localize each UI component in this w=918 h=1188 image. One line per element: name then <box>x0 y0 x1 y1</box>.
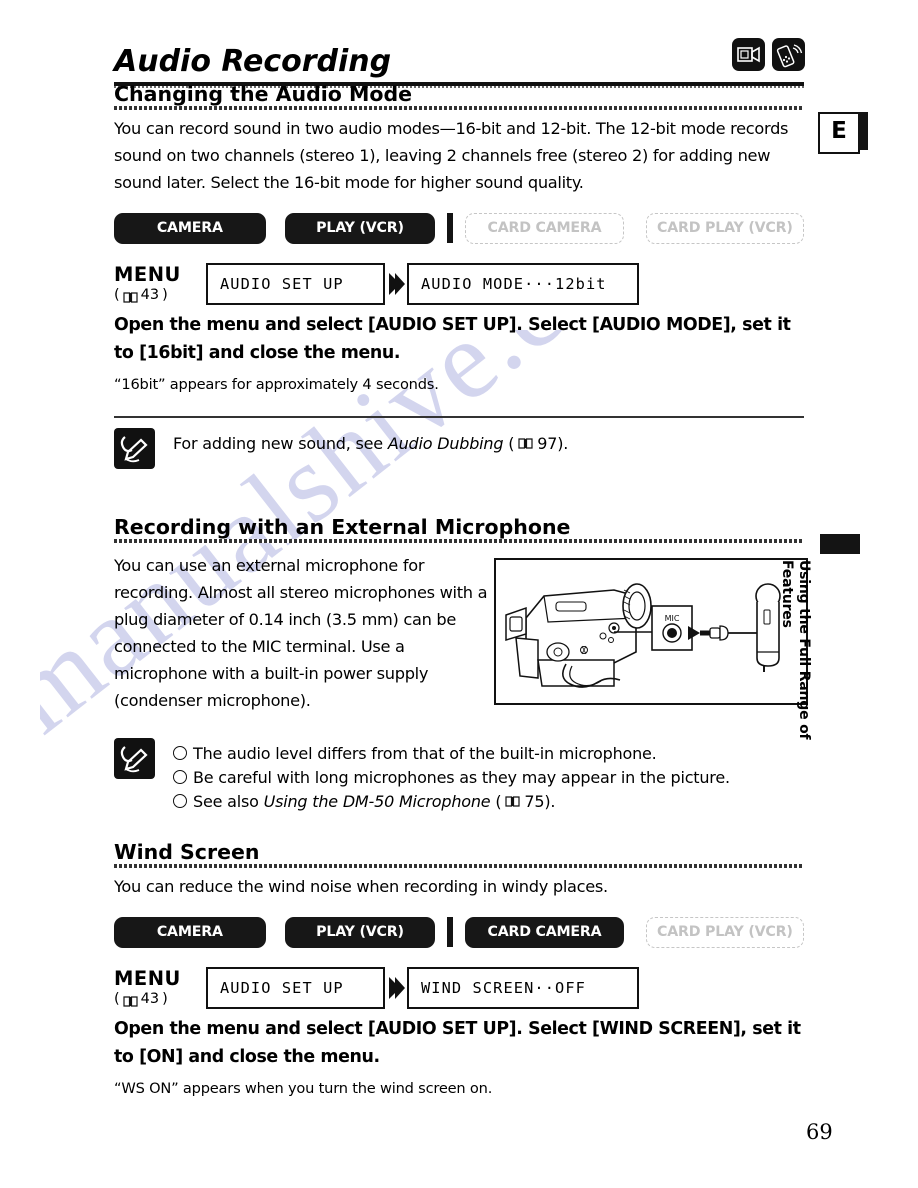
menu-page-number: 43 <box>140 287 160 303</box>
callout-text-after: ( <box>503 434 515 453</box>
camcorder-mic-connection-diagram: MIC <box>494 558 808 705</box>
list-item-label: Be careful with long microphones as they… <box>193 768 730 787</box>
callout-microphone-notes: The audio level differs from that of the… <box>114 738 804 814</box>
section-divider <box>114 106 804 110</box>
page-content: Audio Recording Changing the Audio Mode … <box>114 0 808 1100</box>
page-number: 69 <box>806 1120 833 1144</box>
section-note-text: “WS ON” appears when you turn the wind s… <box>114 1080 493 1097</box>
section-instruction-text: Open the menu and select [AUDIO SET UP].… <box>114 1019 801 1067</box>
mode-button-card-camera[interactable]: CARD CAMERA <box>465 212 624 244</box>
section-heading: Wind Screen <box>114 840 260 864</box>
menu-box-audio-set-up[interactable]: AUDIO SET UP <box>206 966 385 1009</box>
section-divider <box>114 864 804 868</box>
page-title: Audio Recording <box>114 44 392 79</box>
book-icon <box>518 432 533 449</box>
mode-button-play-vcr[interactable]: PLAY (VCR) <box>284 212 436 244</box>
list-item-text-after: ( <box>490 792 502 811</box>
remote-control-icon <box>772 38 805 71</box>
pencil-note-icon <box>114 738 155 779</box>
section-wind-screen-header: Wind Screen <box>114 840 804 868</box>
menu-page-number: 43 <box>140 991 160 1007</box>
side-tab-marker <box>820 534 860 554</box>
section-instruction-text: Open the menu and select [AUDIO SET UP].… <box>114 315 791 363</box>
list-item-text-before: See also <box>193 792 264 811</box>
callout-audio-dubbing: For adding new sound, see Audio Dubbing … <box>114 428 804 469</box>
mode-button-camera[interactable]: CAMERA <box>114 212 266 244</box>
mode-button-card-play-vcr[interactable]: CARD PLAY (VCR) <box>645 212 804 244</box>
callout-page-number: 97 <box>537 434 558 453</box>
section-heading: Recording with an External Microphone <box>114 515 571 539</box>
menu-path-audio-mode: MENU ( 43 ) AUDIO SET UP AUDIO MODE···12… <box>114 262 804 305</box>
pencil-note-icon <box>114 428 155 469</box>
section-heading: Changing the Audio Mode <box>114 82 413 106</box>
menu-arrow-icon <box>385 975 407 1001</box>
callout-bullet-list: The audio level differs from that of the… <box>173 738 730 814</box>
list-item: Be careful with long microphones as they… <box>173 766 730 790</box>
menu-box-wind-screen[interactable]: WIND SCREEN··OFF <box>407 966 639 1009</box>
side-tab-text: Using the Full Range of Features <box>779 560 812 740</box>
list-item: See also Using the DM-50 Microphone (75)… <box>173 790 730 814</box>
list-item-label: The audio level differs from that of the… <box>193 744 657 763</box>
list-item: The audio level differs from that of the… <box>173 742 730 766</box>
section-intro-text: You can use an external microphone for r… <box>114 556 488 710</box>
language-tab: E <box>818 112 868 154</box>
menu-box-audio-mode[interactable]: AUDIO MODE···12bit <box>407 262 639 305</box>
menu-page-reference: ( 43 ) <box>114 287 168 303</box>
camcorder-icon <box>732 38 765 71</box>
section-changing-audio-mode-header: Changing the Audio Mode <box>114 82 804 110</box>
mode-separator <box>447 917 454 947</box>
menu-box-audio-set-up[interactable]: AUDIO SET UP <box>206 262 385 305</box>
mode-button-row-audio-mode: CAMERA PLAY (VCR) CARD CAMERA CARD PLAY … <box>114 212 804 244</box>
section-external-microphone-header: Recording with an External Microphone <box>114 515 804 543</box>
mode-button-card-camera[interactable]: CARD CAMERA <box>465 916 624 948</box>
bullet-circle-icon <box>173 794 187 808</box>
book-icon <box>123 289 138 303</box>
menu-arrow-icon <box>385 271 407 297</box>
list-item-text-end: ). <box>544 792 556 811</box>
external-microphone-text: You can use an external microphone for r… <box>114 548 492 714</box>
svg-text:MIC: MIC <box>665 614 680 623</box>
mode-button-row-wind-screen: CAMERA PLAY (VCR) CARD CAMERA CARD PLAY … <box>114 916 804 948</box>
mode-button-camera[interactable]: CAMERA <box>114 916 266 948</box>
callout-text: For adding new sound, see Audio Dubbing … <box>173 428 568 456</box>
menu-label: MENU <box>114 967 181 990</box>
external-microphone-block: You can use an external microphone for r… <box>114 548 808 714</box>
book-icon <box>505 790 520 807</box>
section-divider <box>114 539 804 543</box>
page-header: Audio Recording <box>114 0 805 88</box>
callout-divider <box>114 416 804 418</box>
callout-text-before: For adding new sound, see <box>173 434 388 453</box>
language-tab-label: E <box>831 118 847 144</box>
menu-label-block: MENU ( 43 ) <box>114 966 206 1009</box>
bullet-circle-icon <box>173 770 187 784</box>
mode-button-card-play-vcr[interactable]: CARD PLAY (VCR) <box>645 916 804 948</box>
header-icon-group <box>732 38 805 71</box>
menu-label: MENU <box>114 263 181 286</box>
book-icon <box>123 993 138 1007</box>
list-item-text-italic: Using the DM-50 Microphone <box>263 792 491 811</box>
callout-text-italic: Audio Dubbing <box>387 434 504 453</box>
section-note-text: “16bit” appears for approximately 4 seco… <box>114 376 439 393</box>
bullet-circle-icon <box>173 746 187 760</box>
menu-path-wind-screen: MENU ( 43 ) AUDIO SET UP WIND SCREEN··OF… <box>114 966 804 1009</box>
mode-separator <box>447 213 454 243</box>
menu-label-block: MENU ( 43 ) <box>114 262 206 305</box>
callout-text-end: ). <box>557 434 569 453</box>
section-intro-text: You can reduce the wind noise when recor… <box>114 877 608 896</box>
list-item-page-number: 75 <box>524 792 545 811</box>
mode-button-play-vcr[interactable]: PLAY (VCR) <box>284 916 436 948</box>
manual-page: manualshive.com E Using the Full Range o… <box>0 0 918 1188</box>
section-intro-text: You can record sound in two audio modes—… <box>114 119 789 192</box>
menu-page-reference: ( 43 ) <box>114 991 168 1007</box>
